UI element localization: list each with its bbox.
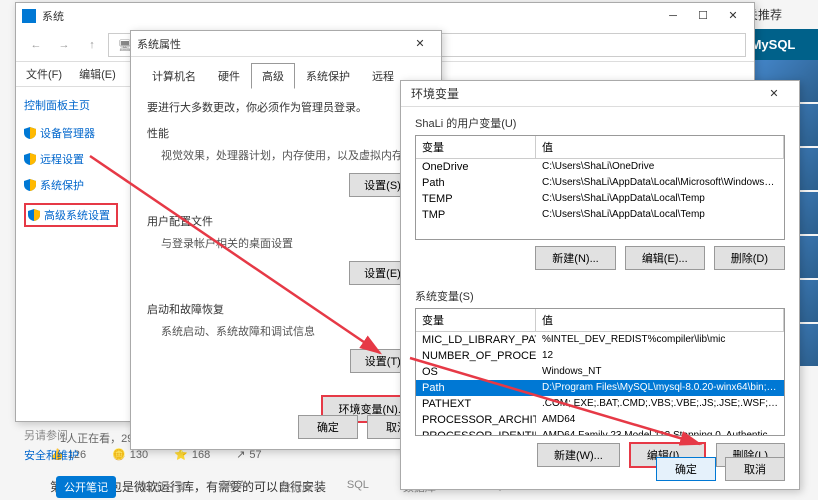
- table-row[interactable]: PROCESSOR_ARCHITECT...AMD64: [416, 412, 784, 428]
- perf-heading: 性能: [147, 125, 425, 141]
- table-row[interactable]: PathC:\Users\ShaLi\AppData\Local\Microso…: [416, 175, 784, 191]
- shield-icon: [24, 127, 36, 139]
- perf-desc: 视觉效果，处理器计划，内存使用，以及虚拟内存: [161, 147, 425, 163]
- startup-heading: 启动和故障恢复: [147, 301, 425, 317]
- profile-desc: 与登录帐户相关的桌面设置: [161, 235, 425, 251]
- tab-computer-name[interactable]: 计算机名: [141, 63, 207, 89]
- up-button[interactable]: ↑: [80, 33, 104, 57]
- see-also-label: 另请参阅: [24, 427, 118, 443]
- shield-icon: [28, 209, 40, 221]
- table-row[interactable]: TEMPC:\Users\ShaLi\AppData\Local\Temp: [416, 191, 784, 207]
- col-variable: 变量: [416, 136, 536, 158]
- sys-vars-label: 系统变量(S): [415, 288, 785, 304]
- foot-tab[interactable]: JAVA: [212, 476, 254, 498]
- sidebar-item-remote[interactable]: 远程设置: [24, 151, 118, 167]
- control-panel-home-link[interactable]: 控制面板主页: [24, 97, 118, 113]
- forward-button[interactable]: →: [52, 33, 76, 57]
- sidebar-item-device-manager[interactable]: 设备管理器: [24, 125, 118, 141]
- profile-heading: 用户配置文件: [147, 213, 425, 229]
- table-row[interactable]: OSWindows_NT: [416, 364, 784, 380]
- shield-icon: [24, 153, 36, 165]
- table-row[interactable]: MIC_LD_LIBRARY_PATH%INTEL_DEV_REDIST%com…: [416, 332, 784, 348]
- close-button[interactable]: ✕: [405, 34, 435, 54]
- close-button[interactable]: ✕: [759, 84, 789, 104]
- foot-tab[interactable]: SQL: [339, 476, 377, 498]
- admin-notice: 要进行大多数更改，你必须作为管理员登录。: [147, 99, 425, 115]
- foot-tab-notes[interactable]: 公开笔记: [56, 476, 116, 498]
- user-vars-label: ShaLi 的用户变量(U): [415, 115, 785, 131]
- window-title: 系统: [42, 8, 658, 24]
- table-row[interactable]: PathD:\Program Files\MySQL\mysql-8.0.20-…: [416, 380, 784, 396]
- cancel-button[interactable]: 取消: [725, 457, 785, 481]
- sidebar-item-advanced[interactable]: 高级系统设置: [24, 203, 118, 227]
- tab-protection[interactable]: 系统保护: [295, 63, 361, 89]
- table-row[interactable]: PROCESSOR_IDENTIFIERAMD64 Family 23 Mode…: [416, 428, 784, 436]
- table-row[interactable]: TMPC:\Users\ShaLi\AppData\Local\Temp: [416, 207, 784, 223]
- shield-icon: [24, 179, 36, 191]
- user-edit-button[interactable]: 编辑(E)...: [625, 246, 705, 270]
- user-vars-table[interactable]: 变量 值 OneDriveC:\Users\ShaLi\OneDrivePath…: [415, 135, 785, 240]
- ok-button[interactable]: 确定: [656, 457, 716, 481]
- user-new-button[interactable]: 新建(N)...: [535, 246, 615, 270]
- menu-file[interactable]: 文件(F): [26, 69, 62, 81]
- sidebar-item-protection[interactable]: 系统保护: [24, 177, 118, 193]
- table-row[interactable]: PATHEXT.COM;.EXE;.BAT;.CMD;.VBS;.VBE;.JS…: [416, 396, 784, 412]
- table-row[interactable]: OneDriveC:\Users\ShaLi\OneDrive: [416, 159, 784, 175]
- minimize-button[interactable]: ─: [658, 6, 688, 26]
- sys-vars-table[interactable]: 变量 值 MIC_LD_LIBRARY_PATH%INTEL_DEV_REDIS…: [415, 308, 785, 436]
- dialog-title: 系统属性: [137, 36, 405, 52]
- foot-tab[interactable]: 数据库: [272, 476, 321, 498]
- window-icon: [22, 9, 36, 23]
- maximize-button[interactable]: ☐: [688, 6, 718, 26]
- close-button[interactable]: ✕: [718, 6, 748, 26]
- col-value: 值: [536, 309, 784, 331]
- startup-desc: 系统启动、系统故障和调试信息: [161, 323, 425, 339]
- dialog-title: 环境变量: [411, 85, 759, 102]
- ok-button[interactable]: 确定: [298, 415, 358, 439]
- tab-hardware[interactable]: 硬件: [207, 63, 251, 89]
- col-variable: 变量: [416, 309, 536, 331]
- back-button[interactable]: ←: [24, 33, 48, 57]
- tab-advanced[interactable]: 高级: [251, 63, 295, 89]
- tab-remote[interactable]: 远程: [361, 63, 405, 89]
- menu-edit[interactable]: 编辑(E): [79, 69, 116, 81]
- col-value: 值: [536, 136, 784, 158]
- user-delete-button[interactable]: 删除(D): [714, 246, 785, 270]
- security-link[interactable]: 安全和维护: [24, 447, 118, 463]
- foot-tab[interactable]: 知识分享: [134, 476, 194, 498]
- sys-new-button[interactable]: 新建(W)...: [537, 443, 620, 467]
- table-row[interactable]: NUMBER_OF_PROCESSORS12: [416, 348, 784, 364]
